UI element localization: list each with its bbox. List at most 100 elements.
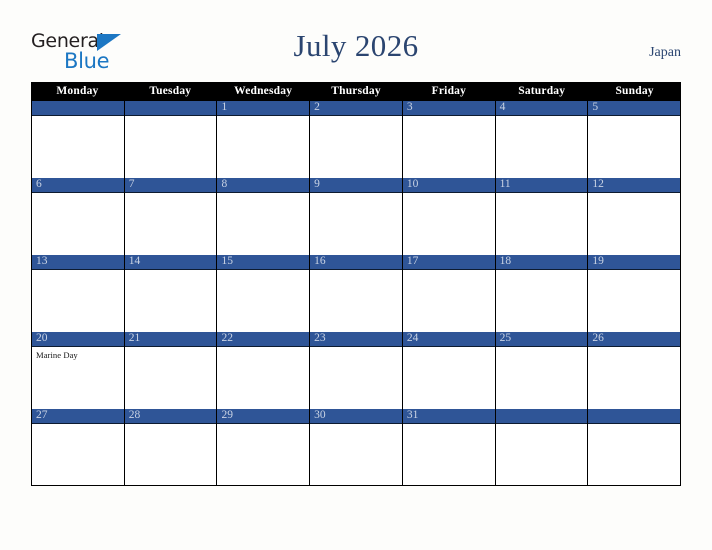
calendar-day-cell[interactable]: 4 bbox=[495, 101, 589, 178]
calendar-day-cell[interactable]: 12 bbox=[588, 178, 681, 255]
calendar-empty-cell[interactable] bbox=[495, 409, 589, 485]
weekday-header-saturday: Saturday bbox=[518, 85, 566, 97]
day-number: 30 bbox=[314, 409, 326, 421]
day-events bbox=[403, 270, 495, 273]
day-number-bar bbox=[124, 101, 217, 116]
page-title: July 2026 bbox=[293, 28, 419, 63]
day-events: Marine Day bbox=[32, 347, 124, 360]
day-number: 9 bbox=[314, 178, 320, 190]
calendar-page: General Blue July 2026 Japan Monday Tues… bbox=[0, 0, 712, 550]
day-events bbox=[310, 116, 402, 119]
day-number: 27 bbox=[36, 409, 48, 421]
calendar-week-row: 20 Marine Day 21 22 23 24 25 26 bbox=[32, 332, 681, 409]
calendar-day-cell[interactable]: 20 Marine Day bbox=[32, 332, 125, 409]
calendar-day-cell[interactable]: 18 bbox=[495, 255, 589, 332]
calendar-day-cell[interactable]: 9 bbox=[310, 178, 403, 255]
calendar-day-cell[interactable]: 25 bbox=[495, 332, 589, 409]
calendar-empty-cell[interactable] bbox=[32, 101, 125, 178]
day-number: 25 bbox=[499, 332, 512, 344]
weekday-header-wednesday: Wednesday bbox=[234, 85, 293, 97]
day-number: 6 bbox=[36, 178, 42, 190]
calendar-week-row: 13 14 15 16 17 18 19 bbox=[32, 255, 681, 332]
calendar-day-cell[interactable]: 6 bbox=[32, 178, 125, 255]
calendar-day-cell[interactable]: 15 bbox=[217, 255, 311, 332]
calendar-day-cell[interactable]: 1 bbox=[217, 101, 311, 178]
day-number-bar: 21 bbox=[124, 332, 217, 347]
calendar-day-cell[interactable]: 31 bbox=[402, 409, 496, 485]
day-number-bar: 31 bbox=[402, 409, 495, 424]
day-number: 31 bbox=[406, 409, 419, 421]
calendar-day-cell[interactable]: 3 bbox=[402, 101, 496, 178]
day-number-bar: 25 bbox=[495, 332, 588, 347]
day-events bbox=[217, 424, 309, 427]
calendar-day-cell[interactable]: 29 bbox=[217, 409, 311, 485]
day-number-bar: 11 bbox=[495, 178, 588, 193]
day-events bbox=[588, 116, 680, 119]
calendar-empty-cell[interactable] bbox=[124, 101, 218, 178]
weekday-header-friday: Friday bbox=[431, 85, 467, 97]
calendar-day-cell[interactable]: 8 bbox=[217, 178, 311, 255]
calendar-grid: Monday Tuesday Wednesday Thursday Friday… bbox=[31, 82, 681, 486]
calendar-day-cell[interactable]: 19 bbox=[588, 255, 681, 332]
holiday-label: Marine Day bbox=[36, 350, 78, 360]
calendar-day-cell[interactable]: 10 bbox=[402, 178, 496, 255]
day-number-bar: 18 bbox=[495, 255, 588, 270]
calendar-day-cell[interactable]: 21 bbox=[124, 332, 218, 409]
calendar-day-cell[interactable]: 14 bbox=[124, 255, 218, 332]
day-events bbox=[125, 424, 217, 427]
calendar-empty-cell[interactable] bbox=[588, 409, 681, 485]
day-events bbox=[32, 424, 124, 427]
day-number-bar: 17 bbox=[402, 255, 495, 270]
day-number: 22 bbox=[221, 332, 233, 344]
calendar-week-rows: 1 2 3 4 5 6 7 8 9 10 11 12 13 14 15 16 17 18 19 20 Marine Da… bbox=[31, 101, 681, 486]
day-events bbox=[32, 116, 124, 119]
day-events bbox=[125, 270, 217, 273]
calendar-day-cell[interactable]: 17 bbox=[402, 255, 496, 332]
day-events bbox=[588, 193, 680, 196]
weekday-header-monday: Monday bbox=[56, 85, 99, 97]
day-number-bar: 15 bbox=[217, 255, 310, 270]
day-number: 19 bbox=[592, 255, 604, 267]
calendar-day-cell[interactable]: 13 bbox=[32, 255, 125, 332]
weekday-header-sunday: Sunday bbox=[615, 85, 654, 97]
calendar-day-cell[interactable]: 26 bbox=[588, 332, 681, 409]
day-number: 3 bbox=[406, 101, 413, 113]
day-number-bar: 16 bbox=[310, 255, 402, 270]
day-number-bar: 12 bbox=[588, 178, 681, 193]
day-number: 15 bbox=[221, 255, 233, 267]
calendar-day-cell[interactable]: 30 bbox=[310, 409, 403, 485]
day-events bbox=[403, 424, 495, 427]
day-events bbox=[310, 347, 402, 350]
day-number: 14 bbox=[128, 255, 141, 267]
day-number-bar: 26 bbox=[588, 332, 681, 347]
day-number-bar: 14 bbox=[124, 255, 217, 270]
calendar-day-cell[interactable]: 16 bbox=[310, 255, 403, 332]
calendar-week-row: 6 7 8 9 10 11 12 bbox=[32, 178, 681, 255]
day-events bbox=[403, 193, 495, 196]
day-number: 23 bbox=[314, 332, 326, 344]
day-number-bar: 9 bbox=[310, 178, 402, 193]
calendar-day-cell[interactable]: 7 bbox=[124, 178, 218, 255]
day-number-bar: 19 bbox=[588, 255, 681, 270]
calendar-day-cell[interactable]: 27 bbox=[32, 409, 125, 485]
day-number-bar: 6 bbox=[32, 178, 124, 193]
day-events bbox=[310, 193, 402, 196]
calendar-day-cell[interactable]: 28 bbox=[124, 409, 218, 485]
day-events bbox=[217, 347, 309, 350]
day-number-bar: 27 bbox=[32, 409, 124, 424]
calendar-day-cell[interactable]: 23 bbox=[310, 332, 403, 409]
day-number: 13 bbox=[36, 255, 48, 267]
day-events bbox=[496, 424, 588, 427]
day-number: 20 bbox=[36, 332, 48, 344]
calendar-day-cell[interactable]: 22 bbox=[217, 332, 311, 409]
weekday-header-thursday: Thursday bbox=[331, 85, 381, 97]
day-events bbox=[310, 424, 402, 427]
calendar-day-cell[interactable]: 24 bbox=[402, 332, 496, 409]
day-number-bar bbox=[495, 409, 588, 424]
calendar-day-cell[interactable]: 11 bbox=[495, 178, 589, 255]
day-number: 5 bbox=[592, 101, 599, 113]
calendar-day-cell[interactable]: 2 bbox=[310, 101, 403, 178]
day-events bbox=[310, 270, 402, 273]
calendar-day-cell[interactable]: 5 bbox=[588, 101, 681, 178]
day-number: 18 bbox=[499, 255, 512, 267]
